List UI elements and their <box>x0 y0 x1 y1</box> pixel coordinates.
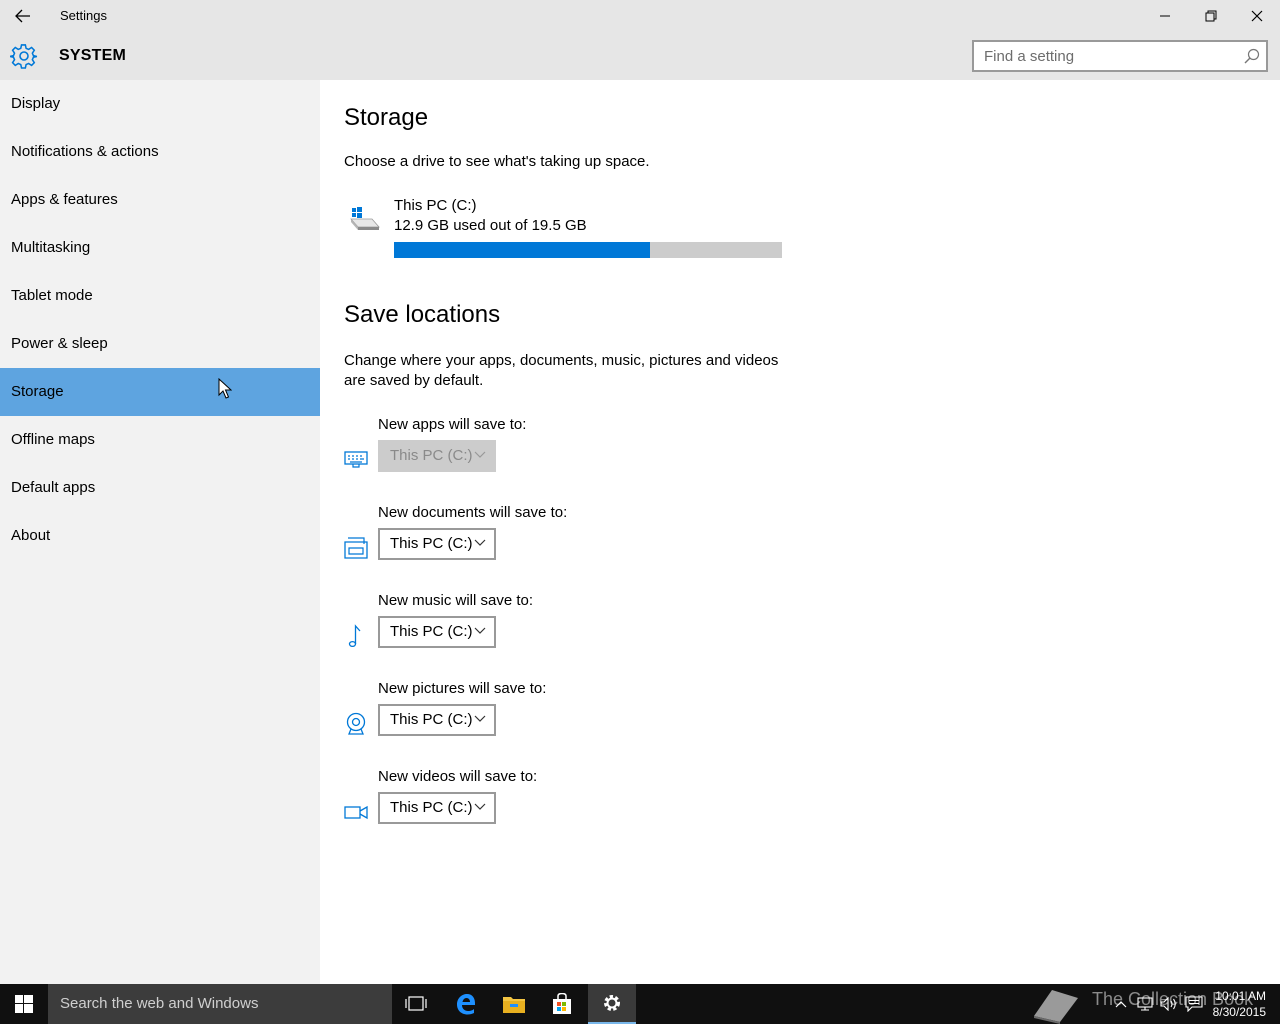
music-location-dropdown[interactable]: This PC (C:) <box>378 616 496 648</box>
edge-button[interactable] <box>442 984 490 1024</box>
storage-usage-bar <box>394 242 782 258</box>
monitor-keyboard-icon <box>344 451 368 468</box>
windows-logo-icon <box>15 995 33 1013</box>
sidebar-item-display[interactable]: Display <box>0 80 320 128</box>
show-hidden-icons-button[interactable] <box>1110 984 1132 1024</box>
save-location-label: New pictures will save to: <box>378 680 547 697</box>
videos-location-dropdown[interactable]: This PC (C:) <box>378 792 496 824</box>
file-explorer-button[interactable] <box>490 984 538 1024</box>
folder-icon <box>503 997 525 1013</box>
book-logo-icon <box>1034 990 1078 1024</box>
network-icon <box>1137 997 1153 1011</box>
gear-icon <box>10 44 38 69</box>
sidebar-item-storage[interactable]: Storage <box>0 368 320 416</box>
drive-name: This PC (C:) <box>394 197 477 214</box>
close-button[interactable] <box>1234 0 1280 32</box>
save-location-label: New music will save to: <box>378 592 534 609</box>
mouse-cursor-icon <box>218 378 232 399</box>
back-arrow-icon <box>15 9 30 23</box>
task-view-button[interactable] <box>392 984 440 1024</box>
sidebar-item-apps-features[interactable]: Apps & features <box>0 176 320 224</box>
save-location-documents: New documents will save to: This PC (C:) <box>344 504 744 572</box>
section-title: SYSTEM <box>59 47 126 64</box>
restore-button[interactable] <box>1188 0 1234 32</box>
music-note-icon <box>348 624 361 648</box>
sidebar-item-notifications[interactable]: Notifications & actions <box>0 128 320 176</box>
taskbar-search-box[interactable]: Search the web and Windows <box>48 984 392 1024</box>
save-location-label: New documents will save to: <box>378 504 568 521</box>
chevron-down-icon <box>474 539 486 546</box>
page-subtitle: Choose a drive to see what's taking up s… <box>344 153 650 170</box>
dropdown-value: This PC (C:) <box>390 799 473 816</box>
save-location-label: New apps will save to: <box>378 416 527 433</box>
save-location-music: New music will save to: This PC (C:) <box>344 592 744 660</box>
taskbar-clock[interactable]: 10:01 AM 8/30/2015 <box>1213 988 1266 1020</box>
sidebar: Display Notifications & actions Apps & f… <box>0 80 320 984</box>
save-location-apps: New apps will save to: This PC (C:) <box>344 416 744 484</box>
sidebar-item-offline-maps[interactable]: Offline maps <box>0 416 320 464</box>
search-input[interactable] <box>974 42 1234 70</box>
storage-usage-fill <box>394 242 651 258</box>
action-center-icon <box>1185 996 1203 1012</box>
save-locations-description: Change where your apps, documents, music… <box>344 352 779 389</box>
chevron-down-icon <box>474 627 486 634</box>
dropdown-value: This PC (C:) <box>390 623 473 640</box>
taskbar: Search the web and Windows The Collectio… <box>0 984 1280 1024</box>
action-center-button[interactable] <box>1182 984 1206 1024</box>
sidebar-item-about[interactable]: About <box>0 512 320 560</box>
dropdown-value: This PC (C:) <box>390 535 473 552</box>
restore-icon <box>1205 10 1217 22</box>
window-title: Settings <box>60 8 107 23</box>
chevron-down-icon <box>474 715 486 722</box>
documents-location-dropdown[interactable]: This PC (C:) <box>378 528 496 560</box>
dropdown-value: This PC (C:) <box>390 447 473 464</box>
task-view-icon <box>405 996 427 1011</box>
sidebar-item-default-apps[interactable]: Default apps <box>0 464 320 512</box>
pictures-location-dropdown[interactable]: This PC (C:) <box>378 704 496 736</box>
chevron-down-icon <box>474 451 486 458</box>
save-location-videos: New videos will save to: This PC (C:) <box>344 768 744 836</box>
start-button[interactable] <box>0 984 48 1024</box>
minimize-icon <box>1160 15 1170 17</box>
back-button[interactable] <box>0 0 46 32</box>
volume-tray-button[interactable] <box>1158 984 1180 1024</box>
network-tray-button[interactable] <box>1134 984 1156 1024</box>
sidebar-item-power-sleep[interactable]: Power & sleep <box>0 320 320 368</box>
save-location-pictures: New pictures will save to: This PC (C:) <box>344 680 744 748</box>
gear-icon <box>604 995 620 1011</box>
chevron-up-icon <box>1115 1001 1127 1008</box>
drive-item[interactable]: This PC (C:) 12.9 GB used out of 19.5 GB <box>344 195 804 265</box>
save-location-label: New videos will save to: <box>378 768 538 785</box>
clock-time: 10:01 AM <box>1215 989 1266 1003</box>
minimize-button[interactable] <box>1142 0 1188 32</box>
document-tray-icon <box>344 537 368 559</box>
store-bag-icon <box>553 993 571 1014</box>
speaker-icon <box>1160 997 1176 1011</box>
sidebar-item-tablet-mode[interactable]: Tablet mode <box>0 272 320 320</box>
clock-date: 8/30/2015 <box>1212 1005 1266 1019</box>
settings-taskbar-button[interactable] <box>588 984 636 1024</box>
video-camera-icon <box>344 805 368 820</box>
dropdown-value: This PC (C:) <box>390 711 473 728</box>
save-locations-title: Save locations <box>344 301 501 328</box>
close-icon <box>1251 10 1263 22</box>
hard-drive-icon <box>350 207 380 230</box>
edge-browser-icon <box>457 994 476 1015</box>
apps-location-dropdown: This PC (C:) <box>378 440 496 472</box>
search-icon[interactable] <box>1244 48 1260 64</box>
main-panel: Storage Choose a drive to see what's tak… <box>320 80 1280 984</box>
search-box[interactable] <box>972 40 1268 72</box>
chevron-down-icon <box>474 803 486 810</box>
sidebar-item-multitasking[interactable]: Multitasking <box>0 224 320 272</box>
title-bar: Settings <box>0 0 1280 32</box>
store-button[interactable] <box>538 984 586 1024</box>
drive-usage: 12.9 GB used out of 19.5 GB <box>394 217 587 234</box>
webcam-icon <box>346 712 366 735</box>
page-title: Storage <box>344 104 429 131</box>
settings-header: SYSTEM <box>0 32 1280 80</box>
